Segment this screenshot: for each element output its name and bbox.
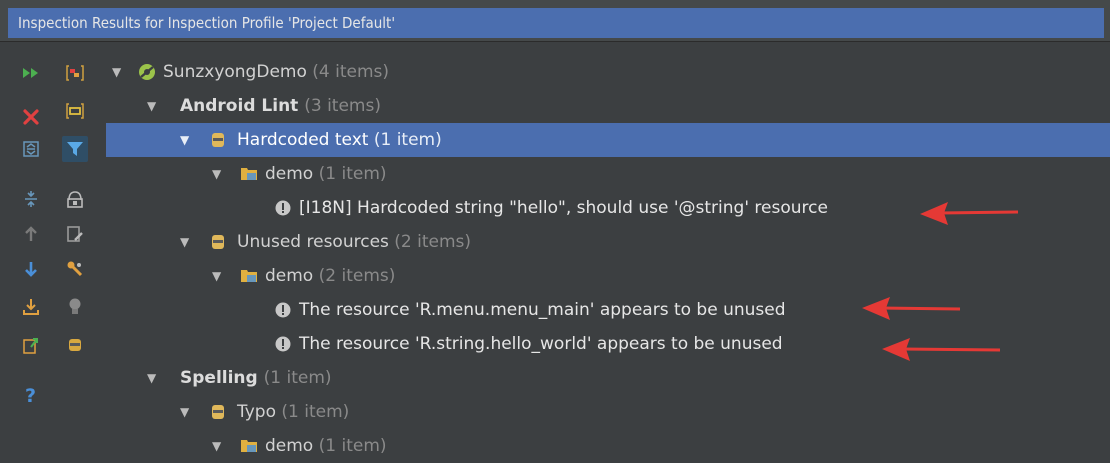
collapse-all-icon: [25, 191, 37, 207]
module-folder-icon: [241, 270, 257, 282]
settings-button[interactable]: [62, 256, 88, 282]
down-arrow-icon: [25, 262, 37, 277]
expand-arrow-icon[interactable]: ▼: [112, 55, 121, 89]
expand-all-button[interactable]: [18, 136, 44, 162]
tree-node-label: Unused resources (2 items): [237, 232, 472, 252]
tree-node-demo-module[interactable]: ▼ demo (2 items): [106, 259, 1110, 293]
rerun-inspection-button[interactable]: [18, 60, 44, 86]
tree-node-label: Hardcoded text (1 item): [237, 130, 442, 150]
edit-settings-icon: [67, 226, 83, 242]
import-button[interactable]: [18, 294, 44, 320]
problem-description: The resource 'R.menu.menu_main' appears …: [299, 300, 786, 320]
tree-node-typo[interactable]: ▼ Typo (1 item): [106, 395, 1110, 429]
annotation-arrow: [862, 297, 961, 320]
expand-all-icon: [23, 141, 39, 157]
help-button[interactable]: ?: [18, 382, 44, 408]
expand-arrow-icon[interactable]: ▼: [147, 361, 156, 395]
tree-node-label: Spelling (1 item): [180, 368, 332, 388]
expand-arrow-icon[interactable]: ▼: [147, 89, 156, 123]
tool-window-header: Inspection Results for Inspection Profil…: [0, 0, 1110, 42]
export-icon: [23, 299, 39, 315]
tree-node-label: SunzxyongDemo (4 items): [163, 62, 390, 82]
edit-settings-button[interactable]: [62, 221, 88, 247]
expand-arrow-icon[interactable]: ▼: [212, 157, 221, 191]
tree-node-demo-module[interactable]: ▼ demo (1 item): [106, 429, 1110, 463]
tree-node-label: Typo (1 item): [237, 402, 350, 422]
warning-icon: [275, 302, 291, 318]
settings-wrench-icon: [67, 261, 83, 277]
android-project-icon: [139, 64, 155, 80]
collapse-all-button[interactable]: [18, 186, 44, 212]
tree-node-label: Android Lint (3 items): [180, 96, 381, 116]
filter-button[interactable]: [62, 136, 88, 162]
filter-icon: [67, 142, 83, 156]
group-by-directory-button[interactable]: [62, 98, 88, 124]
tree-node-unused-resources[interactable]: ▼ Unused resources (2 items): [106, 225, 1110, 259]
inspection-icon: [212, 235, 224, 249]
export-html-button[interactable]: [18, 332, 44, 358]
warning-icon: [275, 200, 291, 216]
inspection-results-tree: ▼ SunzxyongDemo (4 items) ▼ Android Lint…: [106, 42, 1110, 456]
offline-view-button[interactable]: [62, 186, 88, 212]
module-folder-icon: [241, 440, 257, 452]
close-icon: [23, 109, 39, 125]
tree-node-spelling[interactable]: ▼ Spelling (1 item): [106, 361, 1110, 395]
up-arrow-icon: [25, 226, 37, 241]
expand-arrow-icon[interactable]: ▼: [180, 225, 189, 259]
inspection-toolbar: ?: [0, 42, 106, 441]
tree-node-demo-module[interactable]: ▼ demo (1 item): [106, 157, 1110, 191]
group-by-directory-icon: [66, 103, 84, 119]
group-by-severity-icon: [66, 65, 84, 81]
run-icon: [23, 68, 38, 78]
expand-arrow-icon[interactable]: ▼: [212, 259, 221, 293]
tree-node-android-lint[interactable]: ▼ Android Lint (3 items): [106, 89, 1110, 123]
quickfix-button[interactable]: [62, 294, 88, 320]
suppress-button[interactable]: [62, 332, 88, 358]
tree-node-label: demo (1 item): [265, 164, 387, 184]
problem-description: The resource 'R.string.hello_world' appe…: [299, 334, 783, 354]
inspection-icon: [212, 133, 224, 147]
tree-node-hardcoded-text[interactable]: ▼ Hardcoded text (1 item): [106, 123, 1110, 157]
suppress-icon: [69, 339, 81, 351]
export-html-icon: [23, 338, 38, 354]
expand-arrow-icon[interactable]: ▼: [180, 123, 189, 157]
tree-node-label: demo (2 items): [265, 266, 396, 286]
expand-arrow-icon[interactable]: ▼: [212, 429, 221, 463]
tree-node-project[interactable]: ▼ SunzxyongDemo (4 items): [106, 55, 1110, 89]
problem-description: [I18N] Hardcoded string "hello", should …: [299, 198, 828, 218]
previous-problem-button[interactable]: [18, 221, 44, 247]
annotation-arrow: [920, 202, 1019, 225]
group-by-severity-button[interactable]: [62, 60, 88, 86]
expand-arrow-icon[interactable]: ▼: [180, 395, 189, 429]
tool-window-title: Inspection Results for Inspection Profil…: [18, 14, 396, 32]
offline-view-icon: [67, 191, 83, 208]
tree-node-label: demo (1 item): [265, 436, 387, 456]
annotation-arrow: [882, 338, 1001, 361]
close-button[interactable]: [18, 104, 44, 130]
next-problem-button[interactable]: [18, 256, 44, 282]
tool-window-title-bar[interactable]: Inspection Results for Inspection Profil…: [8, 8, 1104, 38]
help-icon: ?: [25, 385, 36, 405]
warning-icon: [275, 336, 291, 352]
svg-text:?: ?: [25, 385, 36, 405]
inspection-icon: [212, 405, 224, 419]
quickfix-bulb-icon: [69, 298, 81, 314]
module-folder-icon: [241, 168, 257, 180]
